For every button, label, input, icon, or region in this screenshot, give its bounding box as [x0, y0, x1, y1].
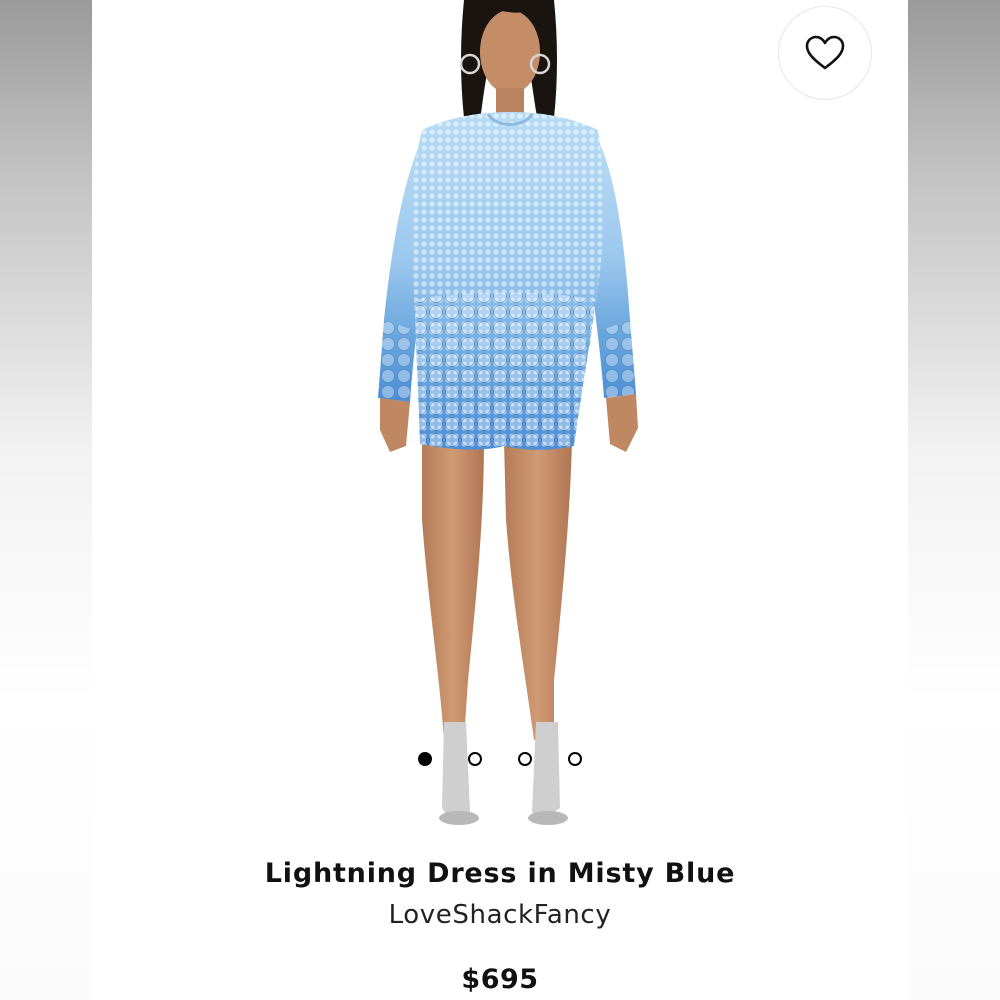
carousel-indicator — [92, 750, 908, 768]
carousel-dot-1[interactable] — [418, 752, 432, 766]
model-face — [480, 10, 540, 94]
product-image[interactable] — [92, 0, 908, 840]
right-backdrop — [908, 0, 1000, 1000]
product-title: Lightning Dress in Misty Blue — [264, 858, 736, 889]
heart-outline-icon — [805, 35, 845, 70]
carousel-dot-2[interactable] — [468, 752, 482, 766]
favorite-button[interactable] — [778, 6, 872, 100]
left-backdrop — [0, 0, 92, 1000]
carousel-dot-3[interactable] — [518, 752, 532, 766]
product-screen: Lightning Dress in Misty Blue LoveShackF… — [92, 0, 908, 1000]
product-price: $695 — [461, 964, 539, 995]
product-brand[interactable]: LoveShackFancy — [92, 900, 908, 930]
model-right-leg — [504, 440, 572, 740]
carousel-dot-4[interactable] — [568, 752, 582, 766]
model-left-leg — [422, 440, 484, 740]
